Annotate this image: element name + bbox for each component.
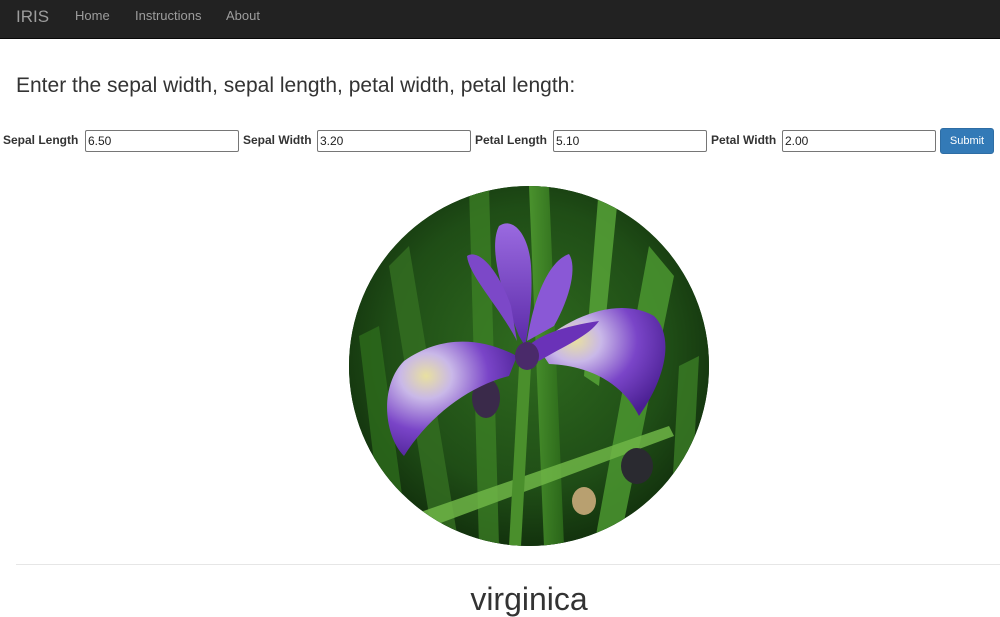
sepal-length-label: Sepal Length	[3, 133, 79, 147]
brand-link[interactable]: IRIS	[16, 7, 49, 27]
nav-link-about[interactable]: About	[226, 8, 260, 24]
result-divider	[16, 564, 1000, 565]
petal-length-label: Petal Length	[475, 133, 548, 147]
petal-length-input[interactable]	[553, 130, 707, 152]
top-navbar: IRIS Home Instructions About	[0, 0, 1000, 39]
sepal-width-label: Sepal Width	[243, 133, 312, 147]
submit-button[interactable]: Submit	[940, 128, 994, 154]
nav-link-instructions[interactable]: Instructions	[135, 8, 201, 24]
page-heading: Enter the sepal width, sepal length, pet…	[16, 74, 576, 97]
petal-width-input[interactable]	[782, 130, 936, 152]
sepal-length-input[interactable]	[85, 130, 239, 152]
petal-width-label: Petal Width	[711, 133, 777, 147]
iris-flower-image	[349, 186, 709, 546]
prediction-result: virginica	[470, 581, 588, 617]
measurement-form: Sepal Length Sepal Width Petal Length Pe…	[0, 128, 1000, 154]
iris-flower-illustration	[349, 186, 709, 546]
sepal-width-input[interactable]	[317, 130, 471, 152]
nav-link-home[interactable]: Home	[75, 8, 110, 24]
